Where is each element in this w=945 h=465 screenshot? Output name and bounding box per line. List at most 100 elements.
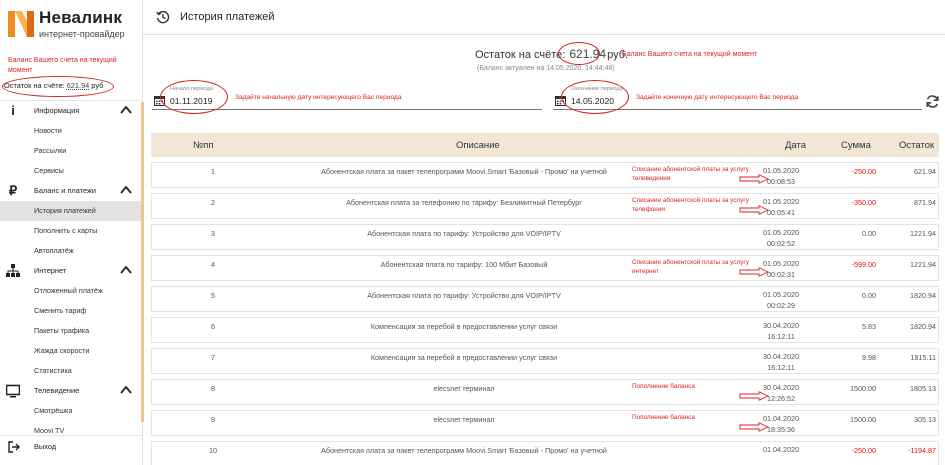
- table-row[interactable]: 2 Абонентская плата за телефонию по тариф…: [151, 193, 939, 219]
- table-row[interactable]: 4 Абонентская плата по тарифу: 100 Мбит Б…: [151, 255, 939, 281]
- sidebar-balance-note: Баланс Вашего счета на текущий момент: [8, 57, 117, 74]
- balance-updated: (Баланс актуален на 14.05.2020, 14:44:48…: [477, 65, 615, 72]
- cell-balance: -1194.87: [908, 446, 936, 455]
- nav-group-tv[interactable]: Телевидение: [0, 381, 142, 401]
- sidebar-nav: i Информация Новости Рассылки Сервисы ₽ …: [0, 101, 142, 441]
- cell-number: 3: [211, 229, 215, 238]
- sidebar: Невалинк интернет-провайдер Баланс Вашег…: [0, 0, 143, 465]
- cell-number: 2: [211, 198, 215, 207]
- table-row[interactable]: 5 Абонентская плата по тарифу: Устройство…: [151, 286, 939, 312]
- cell-balance: 1805.13: [910, 384, 936, 393]
- table-header: №пп Описание Дата Сумма Остаток: [151, 133, 939, 157]
- column-header-date[interactable]: Дата: [785, 140, 806, 151]
- sidebar-item-services[interactable]: Сервисы: [0, 161, 142, 181]
- table-row[interactable]: 10 Абонентская плата за пакет телепрограм…: [151, 441, 939, 465]
- ruble-icon: ₽: [8, 183, 18, 198]
- sidebar-item-smotreshka[interactable]: Смотрёшка: [0, 401, 142, 421]
- logout-button[interactable]: Выход: [0, 435, 142, 455]
- refresh-icon[interactable]: [925, 94, 940, 109]
- cell-date: 01.05.2020 00:02:29: [738, 289, 824, 311]
- red-annotation: Списание абонентской платы за услугу инт…: [632, 259, 749, 275]
- table-row[interactable]: 6 Компенсация за перебой в предоставлении…: [151, 317, 939, 343]
- table-body: 1 Абонентская плата за пакет телепрограмм…: [151, 162, 939, 465]
- cell-date-time: 16:12:11: [767, 363, 795, 372]
- sidebar-item-traffic-packages[interactable]: Пакеты трафика: [0, 321, 142, 341]
- cell-amount: 1500.00: [850, 415, 876, 424]
- cell-number: 6: [211, 322, 215, 331]
- cell-description: Компенсация за перебой в предоставлении …: [370, 353, 558, 362]
- cell-date: 30.04.2020 16:12:11: [738, 320, 824, 342]
- nav-group-balance[interactable]: ₽ Баланс и платежи: [0, 181, 142, 201]
- cell-number: 9: [211, 415, 215, 424]
- chevron-up-icon[interactable]: [120, 385, 132, 395]
- cell-amount: -350.00: [851, 198, 876, 207]
- cell-balance: 1221.94: [910, 229, 936, 238]
- sidebar-item-news[interactable]: Новости: [0, 121, 142, 141]
- column-header-balance[interactable]: Остаток: [899, 140, 934, 151]
- sidebar-item-topup-card[interactable]: Пополнить с карты: [0, 221, 142, 241]
- balance-label: Остаток на счёте:: [475, 49, 566, 61]
- red-annotation: Списание абонентской платы за услугу тел…: [632, 166, 749, 182]
- cell-balance: 871.94: [914, 198, 936, 207]
- cell-date: 01.05.2020 00:02:52: [738, 227, 824, 249]
- scroll-indicator: [141, 102, 144, 422]
- chevron-up-icon[interactable]: [120, 105, 132, 115]
- logout-icon: [8, 441, 20, 453]
- period-start-annotation: Задайте начальную дату интересующего Вас…: [235, 94, 402, 101]
- sidebar-item-mailings[interactable]: Рассылки: [0, 141, 142, 161]
- cell-description: Абонентская плата по тарифу: Устройство …: [367, 229, 561, 238]
- nav-group-internet[interactable]: Интернет: [0, 261, 142, 281]
- network-icon: [6, 264, 20, 277]
- tv-icon: [6, 384, 20, 398]
- table-row[interactable]: 7 Компенсация за перебой в предоставлении…: [151, 348, 939, 374]
- cell-number: 1: [211, 167, 215, 176]
- cell-description: Абонентская плата по тарифу: 100 Мбит Ба…: [380, 260, 548, 269]
- sidebar-item-change-tariff[interactable]: Сменить тариф: [0, 301, 142, 321]
- nav-group-label: Баланс и платежи: [34, 186, 97, 195]
- page-title: История платежей: [180, 11, 275, 23]
- sidebar-item-statistics[interactable]: Статистика: [0, 361, 142, 381]
- info-icon: i: [11, 103, 15, 118]
- cell-number: 7: [211, 353, 215, 362]
- cell-amount: 1500.00: [850, 384, 876, 393]
- cell-balance: 305.13: [914, 415, 936, 424]
- chevron-up-icon[interactable]: [120, 185, 132, 195]
- cell-date-day: 01.05.2020: [763, 228, 799, 237]
- nav-group-label: Телевидение: [34, 386, 80, 395]
- sidebar-item-autopay[interactable]: Автоплатёж: [0, 241, 142, 261]
- red-annotation: Пополнение баланса: [632, 414, 695, 421]
- table-row[interactable]: 8 elecsnet терминал 1500.00 1805.13 30.04.20…: [151, 379, 939, 405]
- chevron-up-icon[interactable]: [120, 265, 132, 275]
- cell-amount: 0.00: [862, 291, 876, 300]
- annotation-arrow-icon: [739, 422, 769, 432]
- cell-description: Компенсация за перебой в предоставлении …: [370, 322, 558, 331]
- sidebar-item-speed[interactable]: Жажда скорости: [0, 341, 142, 361]
- cell-amount: -250.00: [851, 167, 876, 176]
- cell-number: 8: [211, 384, 215, 393]
- annotation-arrow-icon: [739, 205, 769, 215]
- cell-balance: 1221.94: [910, 260, 936, 269]
- cell-amount: -250.00: [851, 446, 876, 455]
- highlight-oval: [558, 42, 600, 65]
- balance-annotation: Баланс Вашего счета на текущий момент: [622, 51, 758, 58]
- cell-balance: 1820.94: [910, 291, 936, 300]
- cell-description: Абонентская плата по тарифу: Устройство …: [367, 291, 561, 300]
- cell-number: 4: [211, 260, 215, 269]
- table-row[interactable]: 3 Абонентская плата по тарифу: Устройство…: [151, 224, 939, 250]
- column-header-num[interactable]: №пп: [193, 140, 213, 151]
- column-header-sum[interactable]: Сумма: [841, 140, 871, 151]
- column-header-description[interactable]: Описание: [456, 140, 500, 151]
- annotation-arrow-icon: [739, 174, 769, 184]
- annotation-arrow-icon: [739, 391, 769, 401]
- table-row[interactable]: 1 Абонентская плата за пакет телепрограмм…: [151, 162, 939, 188]
- nav-group-label: Информация: [34, 106, 80, 115]
- nav-group-info[interactable]: i Информация: [0, 101, 142, 121]
- history-icon[interactable]: [156, 10, 170, 24]
- table-row[interactable]: 9 elecsnet терминал 1500.00 305.13 01.04.202…: [151, 410, 939, 436]
- sidebar-item-deferred-payment[interactable]: Отложенный платёж: [0, 281, 142, 301]
- brand-logo[interactable]: Невалинк интернет-провайдер: [6, 6, 141, 42]
- period-end-annotation: Задайте конечную дату интересующего Вас …: [636, 94, 799, 101]
- cell-date-time: 16:12:11: [767, 332, 795, 341]
- cell-amount: 9.98: [862, 353, 876, 362]
- sidebar-item-payment-history[interactable]: История платежей: [0, 201, 142, 221]
